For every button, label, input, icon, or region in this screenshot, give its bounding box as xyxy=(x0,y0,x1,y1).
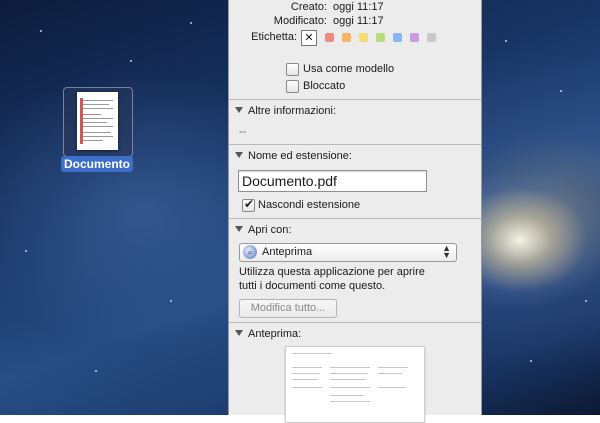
hide-extension-label: Nascondi estensione xyxy=(258,199,361,211)
preview-app-icon: ⌕ xyxy=(243,245,257,259)
modified-value: oggi 11:17 xyxy=(333,15,384,27)
tag-yellow-swatch[interactable] xyxy=(359,33,368,42)
info-panel: Creato: oggi 11:17 Modificato: oggi 11:1… xyxy=(228,0,482,423)
section-divider xyxy=(229,218,481,219)
tag-label: Etichetta: xyxy=(251,31,297,43)
modified-label: Modificato: xyxy=(273,15,327,27)
disclosure-triangle-icon xyxy=(235,330,243,336)
more-info-value: -- xyxy=(239,126,247,138)
tag-red-swatch[interactable] xyxy=(325,33,334,42)
open-with-header[interactable]: Apri con: xyxy=(235,224,291,236)
preview-title: Anteprima: xyxy=(248,328,302,340)
document-preview-image xyxy=(285,346,425,423)
modified-row: Modificato: oggi 11:17 xyxy=(229,14,481,28)
name-ext-header[interactable]: Nome ed estensione: xyxy=(235,150,352,162)
locked-label: Bloccato xyxy=(303,80,346,92)
disclosure-triangle-icon xyxy=(235,152,243,158)
pdf-thumbnail-icon xyxy=(77,92,118,150)
tag-purple-swatch[interactable] xyxy=(410,33,419,42)
more-info-title: Altre informazioni: xyxy=(248,105,337,117)
hide-extension-checkbox[interactable] xyxy=(242,197,255,212)
disclosure-triangle-icon xyxy=(235,226,243,232)
created-value: oggi 11:17 xyxy=(333,1,384,13)
selected-app: Anteprima xyxy=(262,246,313,258)
tag-none-button[interactable]: ✕ xyxy=(301,30,317,46)
open-with-description-line1: Utilizza questa applicazione per aprire xyxy=(239,266,425,278)
created-row: Creato: oggi 11:17 xyxy=(229,0,481,14)
document-icon-label[interactable]: Documento xyxy=(61,156,133,172)
tag-row: Etichetta: xyxy=(229,28,481,44)
preview-header[interactable]: Anteprima: xyxy=(235,328,301,340)
tag-green-swatch[interactable] xyxy=(376,33,385,42)
tag-gray-swatch[interactable] xyxy=(427,33,436,42)
tag-blue-swatch[interactable] xyxy=(393,33,402,42)
document-icon[interactable] xyxy=(63,87,133,157)
stationery-checkbox[interactable] xyxy=(286,63,299,76)
open-with-description-line2: tutti i documenti come questo. xyxy=(239,280,386,292)
disclosure-triangle-icon xyxy=(235,107,243,113)
tag-orange-swatch[interactable] xyxy=(342,33,351,42)
section-divider xyxy=(229,322,481,323)
select-arrows-icon: ▲ ▼ xyxy=(442,243,451,260)
name-ext-title: Nome ed estensione: xyxy=(248,150,352,162)
open-with-title: Apri con: xyxy=(248,224,292,236)
filename-input[interactable]: Documento.pdf xyxy=(238,170,427,192)
created-label: Creato: xyxy=(290,1,327,13)
locked-checkbox[interactable] xyxy=(286,80,299,93)
section-divider xyxy=(229,144,481,145)
stationery-label: Usa come modello xyxy=(303,63,395,75)
more-info-header[interactable]: Altre informazioni: xyxy=(235,105,336,117)
open-with-select[interactable]: ⌕ Anteprima ▲ ▼ xyxy=(239,243,457,262)
section-divider xyxy=(229,99,481,100)
change-all-button[interactable]: Modifica tutto... xyxy=(239,299,337,318)
